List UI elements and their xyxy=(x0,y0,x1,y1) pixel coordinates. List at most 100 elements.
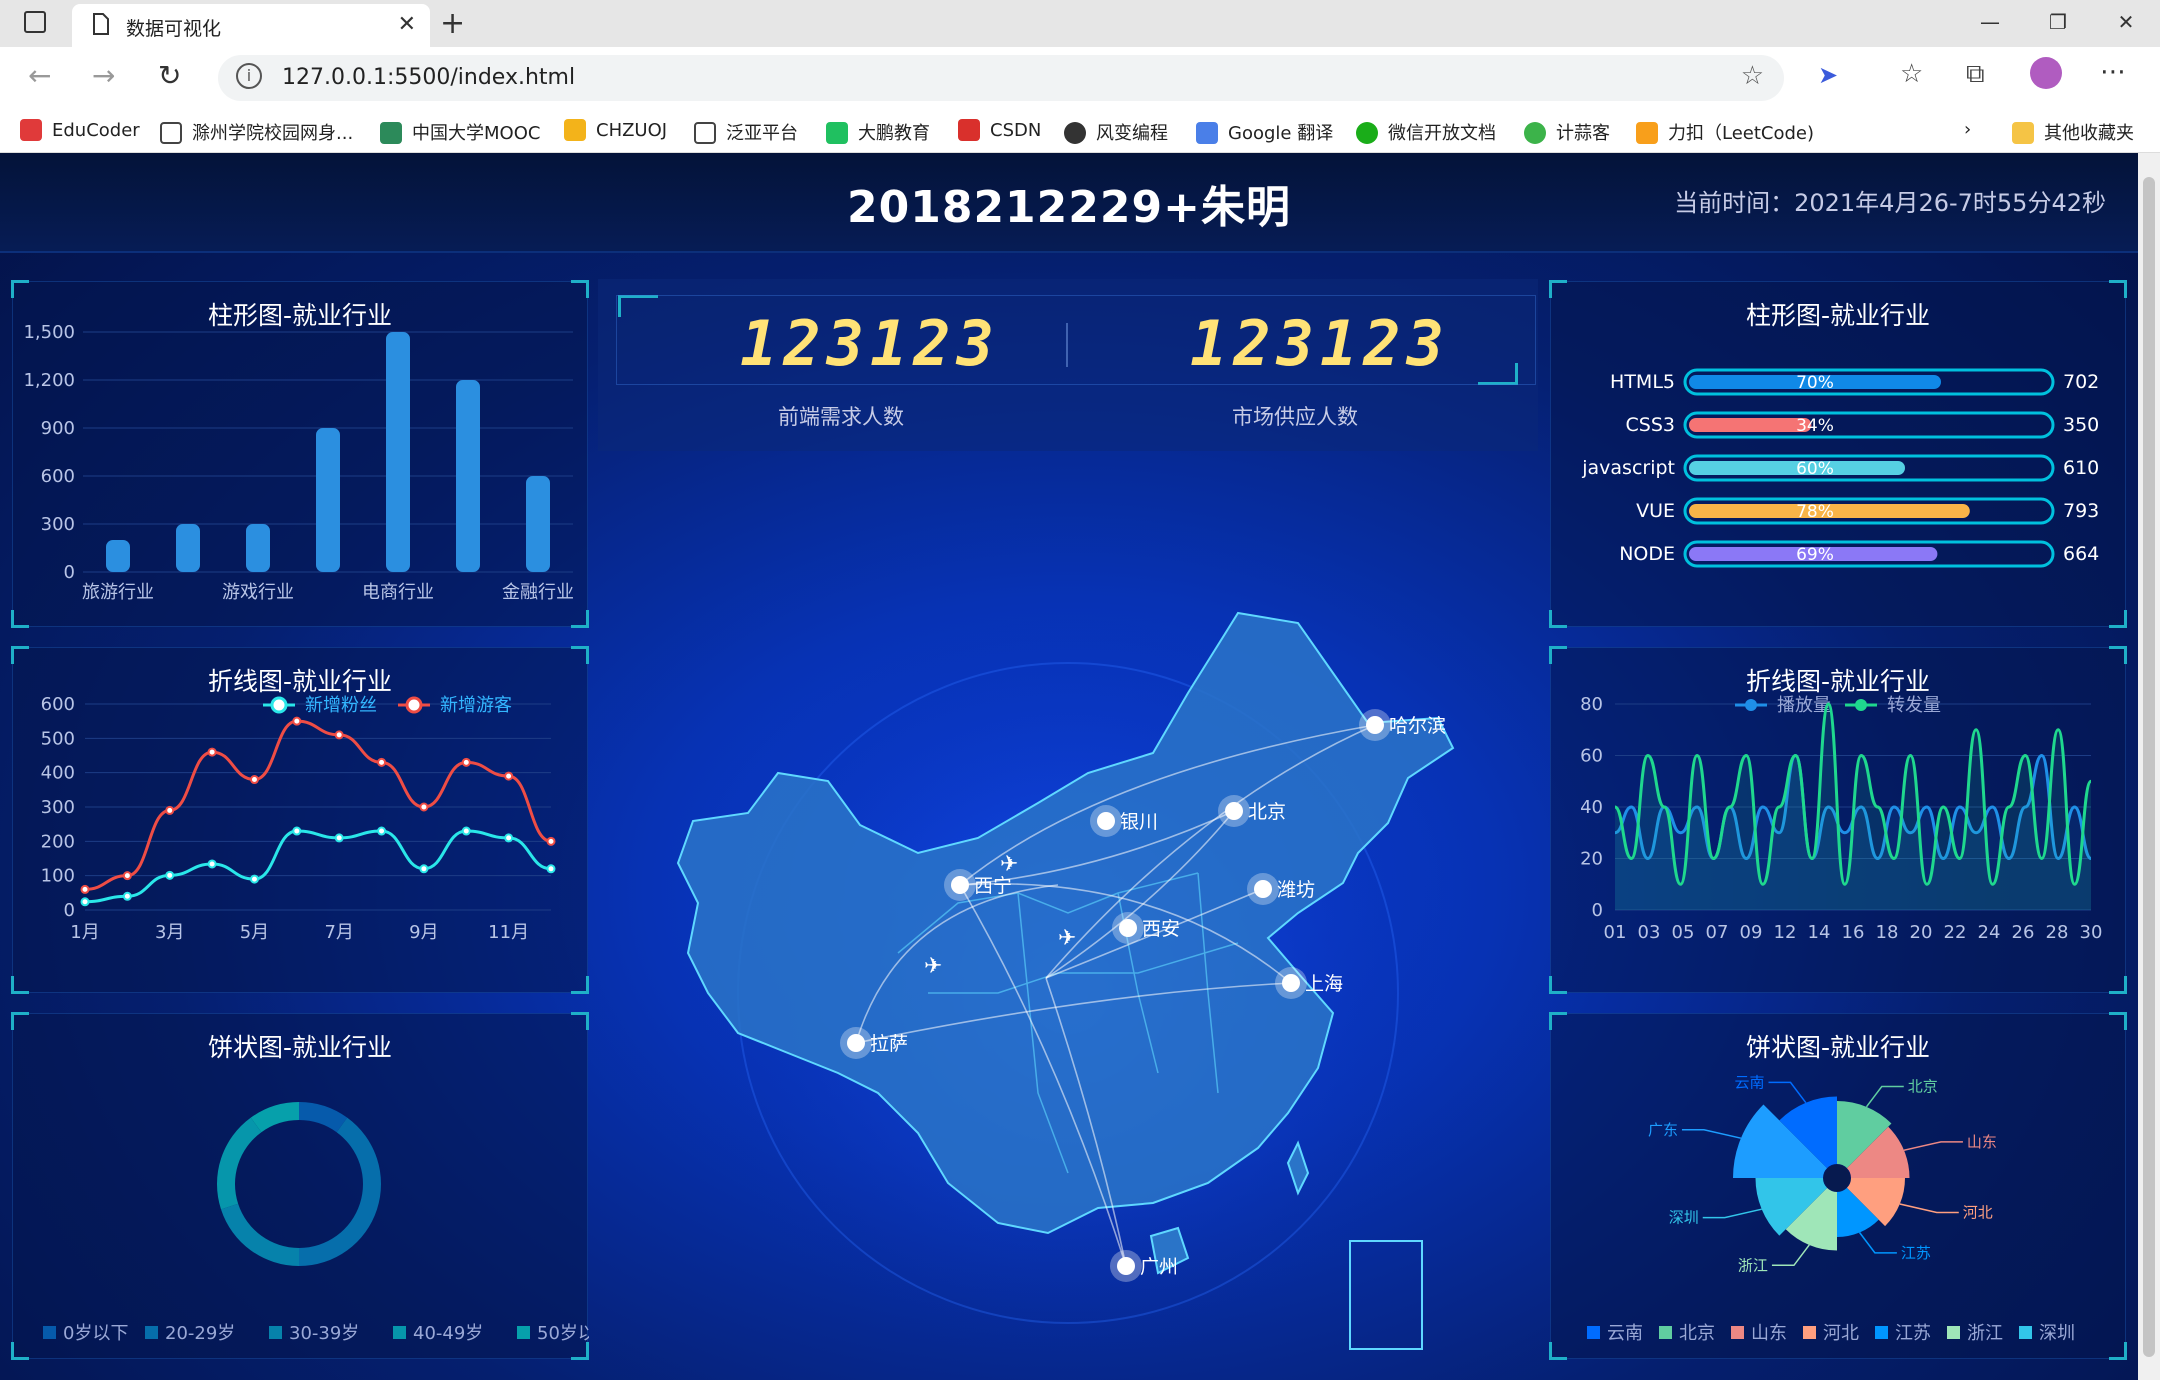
bookmark-item[interactable]: 大鹏教育 xyxy=(826,119,930,145)
legend-swatch xyxy=(1875,1326,1888,1339)
y-tick-label: 20 xyxy=(1580,849,1603,870)
line-chart-right: 0 20 40 60 80 01 03 05 07 09 12 14 16 18 20 22 24 26 28 30 播… xyxy=(1580,694,2103,943)
y-tick-label: 900 xyxy=(41,418,75,439)
city-marker xyxy=(1225,802,1243,820)
y-tick-label: 200 xyxy=(41,831,75,852)
bookmarks-bar: EduCoder 滁州学院校园网身... 中国大学MOOC CHZUOJ 泛亚平… xyxy=(0,109,2160,153)
page-scrollbar[interactable] xyxy=(2138,153,2160,1380)
x-tick-label: 1月 xyxy=(70,922,99,943)
x-tick-label: 12 xyxy=(1774,922,1797,943)
rose-label-line xyxy=(1899,1203,1959,1214)
city-label: 拉萨 xyxy=(870,1033,908,1055)
add-favorite-icon[interactable]: ☆ xyxy=(1741,61,1764,91)
reload-button[interactable]: ↻ xyxy=(158,59,181,92)
city-label: 西安 xyxy=(1142,918,1180,940)
legend-label: 浙江 xyxy=(1967,1323,2003,1344)
favorites-icon[interactable]: ☆ xyxy=(1900,59,1923,89)
percent-label: 60% xyxy=(1796,459,1834,479)
city-label: 广州 xyxy=(1140,1256,1178,1278)
back-button[interactable]: ← xyxy=(28,59,51,92)
bookmark-item[interactable]: 风变编程 xyxy=(1064,119,1168,145)
collections-icon[interactable]: ⧉ xyxy=(1966,59,1985,90)
bookmark-item[interactable]: 计蒜客 xyxy=(1524,119,1610,145)
restore-icon[interactable]: ❐ xyxy=(2024,0,2092,44)
url-text[interactable]: 127.0.0.1:5500/index.html xyxy=(282,65,575,90)
legend-swatch xyxy=(43,1326,56,1339)
data-point xyxy=(249,775,259,785)
close-tab-icon[interactable]: ✕ xyxy=(398,12,416,37)
data-point xyxy=(165,870,175,880)
rose-label: 河北 xyxy=(1963,1203,1993,1221)
city-label: 上海 xyxy=(1305,973,1343,995)
bookmark-item[interactable]: CSDN xyxy=(958,119,1041,141)
donut-slice xyxy=(221,1203,299,1266)
percent-label: 78% xyxy=(1796,502,1834,522)
counter-box: 123123 123123 前端需求人数 市场供应人数 xyxy=(598,279,1538,451)
bookmark-item[interactable]: 中国大学MOOC xyxy=(380,119,540,145)
x-tick-label: 26 xyxy=(2012,922,2035,943)
tab-actions-icon[interactable] xyxy=(24,11,46,33)
category-label: NODE xyxy=(1619,543,1675,565)
rose-label-line xyxy=(1858,1232,1897,1254)
minimize-icon[interactable]: — xyxy=(1956,0,2024,44)
x-tick-label: 金融行业 xyxy=(502,582,574,603)
bookmark-item[interactable]: 滁州学院校园网身... xyxy=(160,119,353,145)
city-label: 潍坊 xyxy=(1277,879,1315,901)
bookmark-item[interactable]: 力扣（LeetCode) xyxy=(1636,119,1814,145)
x-tick-label: 05 xyxy=(1672,922,1695,943)
legend-label: 50岁以上 xyxy=(537,1323,589,1344)
data-point xyxy=(377,826,387,836)
other-bookmarks-folder[interactable]: 其他收藏夹 xyxy=(2012,119,2134,145)
pie-chart-panel-left: 饼状图-就业行业 0岁以下20-29岁30-39岁40-49岁50岁以上 xyxy=(11,1012,589,1360)
avatar[interactable] xyxy=(2030,57,2062,89)
percent-label: 69% xyxy=(1796,545,1834,565)
rose-center xyxy=(1824,1165,1850,1191)
bookmark-item[interactable]: Google 翻译 xyxy=(1196,119,1333,145)
rose-label: 山东 xyxy=(1967,1133,1997,1151)
extension-icon[interactable]: ➤ xyxy=(1818,61,1838,89)
x-tick-label: 9月 xyxy=(409,922,438,943)
x-tick-label: 30 xyxy=(2080,922,2103,943)
data-point xyxy=(292,826,302,836)
city-label: 哈尔滨 xyxy=(1389,715,1446,737)
scrollbar-thumb[interactable] xyxy=(2143,177,2155,1357)
new-tab-button[interactable]: + xyxy=(440,6,465,41)
address-bar: ← → ↻ i 127.0.0.1:5500/index.html ☆ ➤ ☆ … xyxy=(0,47,2160,109)
supply-count: 123123 xyxy=(1190,307,1450,380)
bookmark-item[interactable]: EduCoder xyxy=(20,119,140,141)
tab-active[interactable]: 数据可视化 ✕ xyxy=(72,4,430,47)
rose-label: 北京 xyxy=(1908,1078,1938,1096)
site-info-icon[interactable]: i xyxy=(236,63,262,89)
bar xyxy=(176,524,200,572)
legend-marker xyxy=(270,696,288,714)
counter-divider xyxy=(1066,323,1068,367)
legend-label: 转发量 xyxy=(1887,695,1941,716)
legend-label: 20-29岁 xyxy=(165,1323,235,1344)
legend-swatch xyxy=(1803,1326,1816,1339)
url-box[interactable]: i 127.0.0.1:5500/index.html ☆ xyxy=(218,55,1784,101)
close-window-icon[interactable]: ✕ xyxy=(2092,0,2160,44)
legend-swatch xyxy=(1731,1326,1744,1339)
bar-fill xyxy=(1689,418,1812,432)
rose-label-line xyxy=(1768,1081,1807,1104)
tab-bar: 数据可视化 ✕ + — ❐ ✕ xyxy=(0,0,2160,47)
bar-chart-panel-left: 柱形图-就业行业 0 300 600 900 1,200 1,500 旅游行业 游戏行业 电商行… xyxy=(11,280,589,628)
rose-label-line xyxy=(1681,1129,1742,1139)
bar-chart-left: 0 300 600 900 1,200 1,500 旅游行业 游戏行业 电商行业 金融行业 xyxy=(23,322,574,603)
bookmark-item[interactable]: CHZUOJ xyxy=(564,119,667,141)
forward-button[interactable]: → xyxy=(92,59,115,92)
x-tick-label: 03 xyxy=(1638,922,1661,943)
y-tick-label: 60 xyxy=(1580,746,1603,767)
data-point xyxy=(461,826,471,836)
more-menu-icon[interactable]: ⋯ xyxy=(2100,57,2126,87)
x-tick-label: 游戏行业 xyxy=(222,582,294,603)
bookmarks-overflow-icon[interactable]: › xyxy=(1964,119,1971,140)
bookmark-item[interactable]: 泛亚平台 xyxy=(694,119,798,145)
category-label: HTML5 xyxy=(1610,371,1675,393)
y-tick-label: 1,200 xyxy=(23,370,75,391)
legend-label: 新增游客 xyxy=(440,695,512,716)
bookmark-item[interactable]: 微信开放文档 xyxy=(1356,119,1496,145)
y-tick-label: 300 xyxy=(41,514,75,535)
x-tick-label: 07 xyxy=(1706,922,1729,943)
legend-label: 山东 xyxy=(1751,1323,1787,1344)
